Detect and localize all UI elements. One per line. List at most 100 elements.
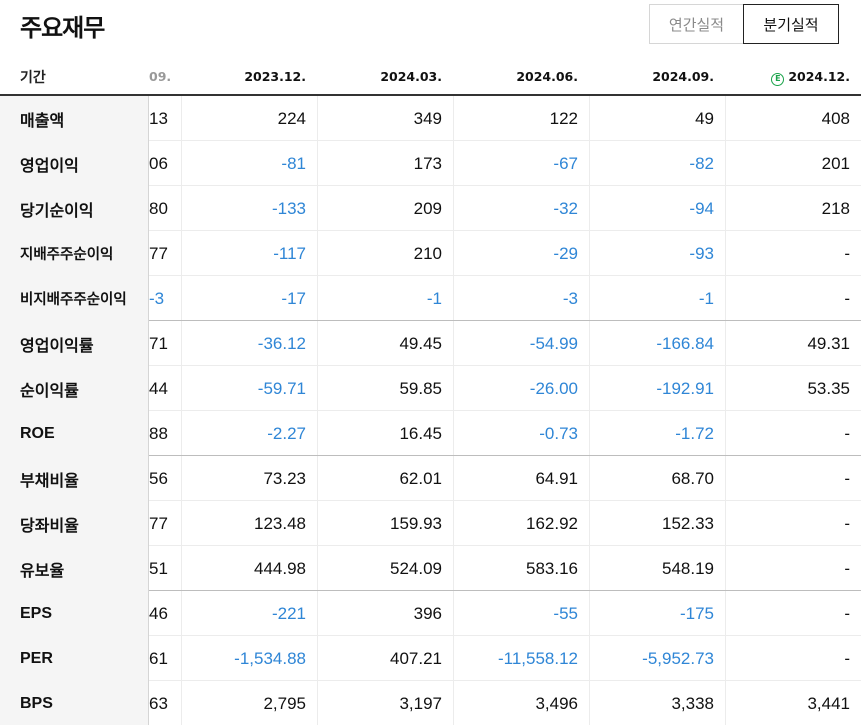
table-cell: -175 (679, 603, 714, 623)
table-cell: 209 (413, 198, 442, 218)
table-cell: 3,197 (399, 693, 442, 713)
table-cell: 444.98 (254, 558, 306, 578)
period-toggle: 연간실적 분기실적 (649, 4, 839, 44)
table-cell: -17 (281, 288, 306, 308)
table-cell: - (844, 243, 850, 263)
table-cell: -117 (273, 243, 306, 263)
table-cell-partial: 63 (149, 693, 168, 713)
table-cell: -93 (689, 243, 714, 263)
table-cell: - (844, 603, 850, 623)
table-cell: 73.23 (263, 468, 306, 488)
table-cell: -59.71 (257, 378, 306, 398)
row-label: EPS (0, 591, 148, 636)
table-cell: -36.12 (257, 333, 306, 353)
table-cell: -26.00 (529, 378, 578, 398)
table-row: 순이익률 44 -59.71 59.85 -26.00 -192.91 53.35 (0, 366, 861, 411)
table-cell: 53.35 (807, 378, 850, 398)
table-cell-partial: 77 (149, 513, 168, 533)
table-row: 부채비율 56 73.23 62.01 64.91 68.70 - (0, 456, 861, 501)
table-cell-partial: -3 (149, 288, 165, 308)
table-cell: 524.09 (390, 558, 442, 578)
table-cell: 396 (413, 603, 442, 623)
table-row: BPS 63 2,795 3,197 3,496 3,338 3,441 (0, 681, 861, 725)
table-cell: -1 (426, 288, 442, 308)
table-cell: 16.45 (399, 423, 442, 443)
table-cell: -1.72 (675, 423, 714, 443)
table-cell: -81 (281, 153, 306, 173)
table-cell: -0.73 (539, 423, 578, 443)
financial-summary-panel: 주요재무 연간실적 분기실적 기간 09. 2023.12. 2024.03. … (0, 0, 861, 725)
table-cell-partial: 56 (149, 468, 168, 488)
table-cell: - (844, 288, 850, 308)
table-cell: 123.48 (254, 513, 306, 533)
column-header-text: 2024.12. (788, 69, 850, 84)
table-row: EPS 46 -221 396 -55 -175 - (0, 591, 861, 636)
period-header-label: 기간 (20, 70, 46, 86)
row-label: 비지배주주순이익 (0, 276, 148, 321)
column-header: 2024.06. (516, 69, 578, 84)
table-cell: -1 (698, 288, 714, 308)
row-label: 부채비율 (0, 456, 148, 501)
row-label: 당좌비율 (0, 501, 148, 546)
column-header-estimate: E 2024.12. (726, 69, 850, 86)
table-cell: - (844, 468, 850, 488)
table-cell-partial: 88 (149, 423, 168, 443)
table-cell: 68.70 (671, 468, 714, 488)
table-header: 기간 09. 2023.12. 2024.03. 2024.06. 2024.0… (0, 56, 861, 96)
financial-table-body: 매출액 13 224 349 122 49 408 영업이익 06 -81 173 -67 -82 201… (0, 96, 861, 725)
row-label: 매출액 (0, 96, 148, 141)
table-row: 매출액 13 224 349 122 49 408 (0, 96, 861, 141)
table-cell: -221 (271, 603, 306, 623)
table-cell: -3 (562, 288, 578, 308)
table-cell: 49.31 (807, 333, 850, 353)
table-cell: 173 (413, 153, 442, 173)
table-cell: -1,534.88 (234, 648, 306, 668)
table-cell-partial: 71 (149, 333, 168, 353)
table-cell: 162.92 (526, 513, 578, 533)
table-cell: -55 (553, 603, 578, 623)
table-cell-partial: 77 (149, 243, 168, 263)
table-cell: -29 (553, 243, 578, 263)
row-label: 유보율 (0, 546, 148, 591)
row-label: 영업이익률 (0, 321, 148, 366)
row-label: 영업이익 (0, 141, 148, 186)
table-cell: 3,338 (671, 693, 714, 713)
table-cell: 159.93 (390, 513, 442, 533)
table-cell: -82 (689, 153, 714, 173)
table-cell: 59.85 (399, 378, 442, 398)
table-cell: - (844, 558, 850, 578)
row-label: PER (0, 636, 148, 681)
table-cell-partial: 80 (149, 198, 168, 218)
table-cell: 349 (413, 108, 442, 128)
table-cell: 152.33 (662, 513, 714, 533)
column-header: 09. (149, 69, 172, 84)
table-row: 유보율 51 444.98 524.09 583.16 548.19 - (0, 546, 861, 591)
table-cell: -11,558.12 (497, 648, 578, 668)
table-cell: 583.16 (526, 558, 578, 578)
table-cell-partial: 61 (149, 648, 168, 668)
table-cell: -67 (553, 153, 578, 173)
table-cell: 408 (821, 108, 850, 128)
section-title: 주요재무 (20, 14, 105, 42)
quarterly-results-button[interactable]: 분기실적 (743, 4, 839, 44)
table-cell: -166.84 (656, 333, 714, 353)
table-row: 당기순이익 80 -133 209 -32 -94 218 (0, 186, 861, 231)
table-row: PER 61 -1,534.88 407.21 -11,558.12 -5,952.73 - (0, 636, 861, 681)
table-cell: 210 (413, 243, 442, 263)
table-cell-partial: 13 (149, 108, 168, 128)
table-cell: 49 (695, 108, 714, 128)
table-cell: -32 (553, 198, 578, 218)
annual-results-button[interactable]: 연간실적 (649, 4, 743, 44)
table-cell: 64.91 (535, 468, 578, 488)
table-cell-partial: 46 (149, 603, 168, 623)
table-cell: 3,496 (535, 693, 578, 713)
table-cell: - (844, 648, 850, 668)
row-label: 당기순이익 (0, 186, 148, 231)
table-cell: -94 (689, 198, 714, 218)
table-cell: -54.99 (529, 333, 578, 353)
table-cell-partial: 06 (149, 153, 168, 173)
table-cell: 548.19 (662, 558, 714, 578)
table-cell: 122 (549, 108, 578, 128)
row-label: BPS (0, 681, 148, 725)
row-label: ROE (0, 411, 148, 456)
